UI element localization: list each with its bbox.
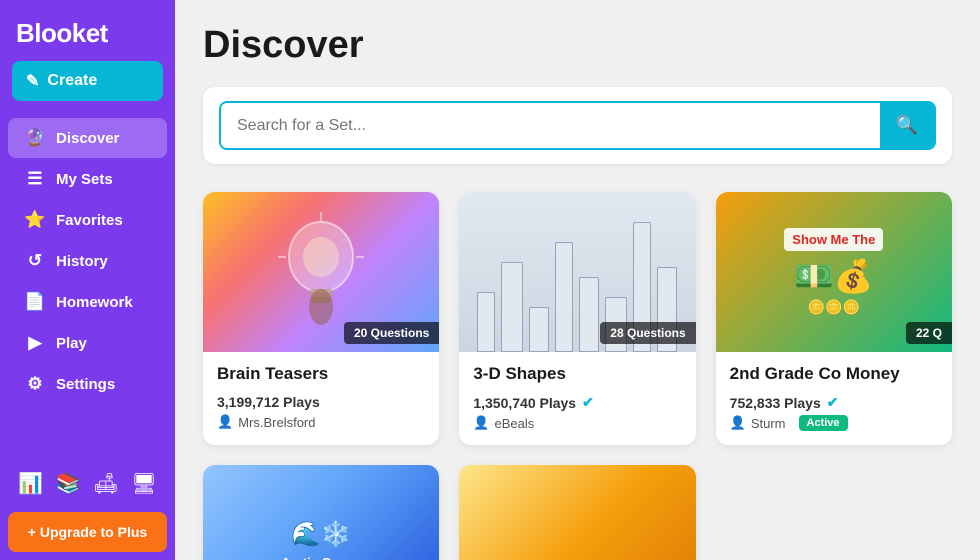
money-emoji: 💵💰 <box>784 257 883 295</box>
arctic-label: Arctic Ocean <box>281 555 361 560</box>
monitor-icon[interactable]: 🖥 <box>127 467 160 500</box>
chart-icon[interactable]: 📊 <box>14 467 47 500</box>
card-image-money: Show Me The 💵💰 🪙🪙🪙 22 Q <box>716 192 952 352</box>
shape-bar-5 <box>579 277 599 352</box>
card-badge-money: 22 Q <box>906 322 952 344</box>
card-image-brain: 20 Questions <box>203 192 439 352</box>
sidebar-icons-row: 📊 📚 🛋 🖥 <box>8 459 167 508</box>
sidebar-item-settings[interactable]: ⚙ Settings <box>8 364 167 404</box>
money-image-content: Show Me The 💵💰 🪙🪙🪙 <box>784 228 883 316</box>
couch-icon[interactable]: 🛋 <box>89 467 122 500</box>
card-author-brain: 👤 Mrs.Brelsford <box>217 414 425 430</box>
card-title-brain: Brain Teasers <box>217 364 425 384</box>
card-image-arctic: 🌊❄️ Arctic Ocean <box>203 465 439 560</box>
search-container: 🔍 <box>203 87 952 164</box>
discover-icon: 🔮 <box>24 128 46 148</box>
card-body-shapes: 3-D Shapes 1,350,740 Plays ✔ 👤 eBeals <box>459 352 695 445</box>
upgrade-button[interactable]: + Upgrade to Plus <box>8 512 167 552</box>
sidebar-item-favorites[interactable]: ⭐ Favorites <box>8 200 167 240</box>
create-button[interactable]: ✎ Create <box>12 61 163 101</box>
card-title-shapes: 3-D Shapes <box>473 364 681 384</box>
shape-bar-3 <box>529 307 549 352</box>
sidebar-item-label: Play <box>56 335 87 352</box>
lightbulb-illustration <box>276 207 366 337</box>
card-brain-teasers[interactable]: 20 Questions Brain Teasers 3,199,712 Pla… <box>203 192 439 445</box>
card-body-money: 2nd Grade Co Money 752,833 Plays ✔ 👤 Stu… <box>716 352 952 445</box>
sidebar-nav: 🔮 Discover ☰ My Sets ⭐ Favorites ↺ Histo… <box>0 117 175 405</box>
card-3d-shapes[interactable]: 28 Questions 3-D Shapes 1,350,740 Plays … <box>459 192 695 445</box>
sidebar: Blooket ✎ Create 🔮 Discover ☰ My Sets ⭐ … <box>0 0 175 560</box>
sidebar-item-play[interactable]: ▶ Play <box>8 323 167 363</box>
search-icon: 🔍 <box>896 115 918 136</box>
main-content: Discover 🔍 <box>175 0 980 560</box>
sidebar-bottom: 📊 📚 🛋 🖥 + Upgrade to Plus <box>0 449 175 560</box>
card-plays-money: 752,833 Plays ✔ <box>730 394 938 411</box>
homework-icon: 📄 <box>24 292 46 312</box>
sidebar-item-label: Favorites <box>56 212 123 229</box>
card-plays-brain: 3,199,712 Plays <box>217 394 425 410</box>
coin-emoji: 🪙🪙🪙 <box>784 299 883 316</box>
card-money[interactable]: Show Me The 💵💰 🪙🪙🪙 22 Q 2nd Grade Co Mon… <box>716 192 952 445</box>
card-badge-brain: 20 Questions <box>344 322 439 344</box>
card-plays-shapes: 1,350,740 Plays ✔ <box>473 394 681 411</box>
search-button[interactable]: 🔍 <box>880 103 934 148</box>
verified-check-money: ✔ <box>827 394 839 411</box>
shape-bar-4 <box>555 242 573 352</box>
sidebar-item-discover[interactable]: 🔮 Discover <box>8 118 167 158</box>
sidebar-item-label: History <box>56 253 108 270</box>
search-row: 🔍 <box>219 101 936 150</box>
sidebar-item-label: My Sets <box>56 171 113 188</box>
sidebar-item-my-sets[interactable]: ☰ My Sets <box>8 159 167 199</box>
card-badge-shapes: 28 Questions <box>600 322 695 344</box>
book-icon[interactable]: 📚 <box>52 467 85 500</box>
arctic-emoji: 🌊❄️ <box>281 520 361 549</box>
app-logo: Blooket <box>0 0 175 61</box>
card-title-colored: Show Me The <box>784 228 883 251</box>
play-icon: ▶ <box>24 333 46 353</box>
card-author-money: 👤 Sturm Active <box>730 415 938 431</box>
card-image-shapes: 28 Questions <box>459 192 695 352</box>
cards-grid: 20 Questions Brain Teasers 3,199,712 Pla… <box>203 192 952 560</box>
card-image-other <box>459 465 695 560</box>
shape-bar-1 <box>477 292 495 352</box>
list-icon: ☰ <box>24 169 46 189</box>
page-title: Discover <box>203 24 952 67</box>
arctic-content: 🌊❄️ Arctic Ocean <box>271 510 371 560</box>
sidebar-item-label: Homework <box>56 294 133 311</box>
verified-check-shapes: ✔ <box>582 394 594 411</box>
card-title-money: 2nd Grade Co Money <box>730 364 938 384</box>
search-input[interactable] <box>221 105 880 147</box>
history-icon: ↺ <box>24 251 46 271</box>
card-arctic[interactable]: 🌊❄️ Arctic Ocean Arctic Ocean <box>203 465 439 560</box>
card-other[interactable] <box>459 465 695 560</box>
shape-bar-2 <box>501 262 523 352</box>
active-badge: Active <box>799 415 848 431</box>
star-icon: ⭐ <box>24 210 46 230</box>
sidebar-item-history[interactable]: ↺ History <box>8 241 167 281</box>
sidebar-item-label: Discover <box>56 130 119 147</box>
settings-icon: ⚙ <box>24 374 46 394</box>
sidebar-item-homework[interactable]: 📄 Homework <box>8 282 167 322</box>
card-body-brain: Brain Teasers 3,199,712 Plays 👤 Mrs.Brel… <box>203 352 439 444</box>
card-author-shapes: 👤 eBeals <box>473 415 681 431</box>
sidebar-item-label: Settings <box>56 376 115 393</box>
create-icon: ✎ <box>26 71 39 91</box>
